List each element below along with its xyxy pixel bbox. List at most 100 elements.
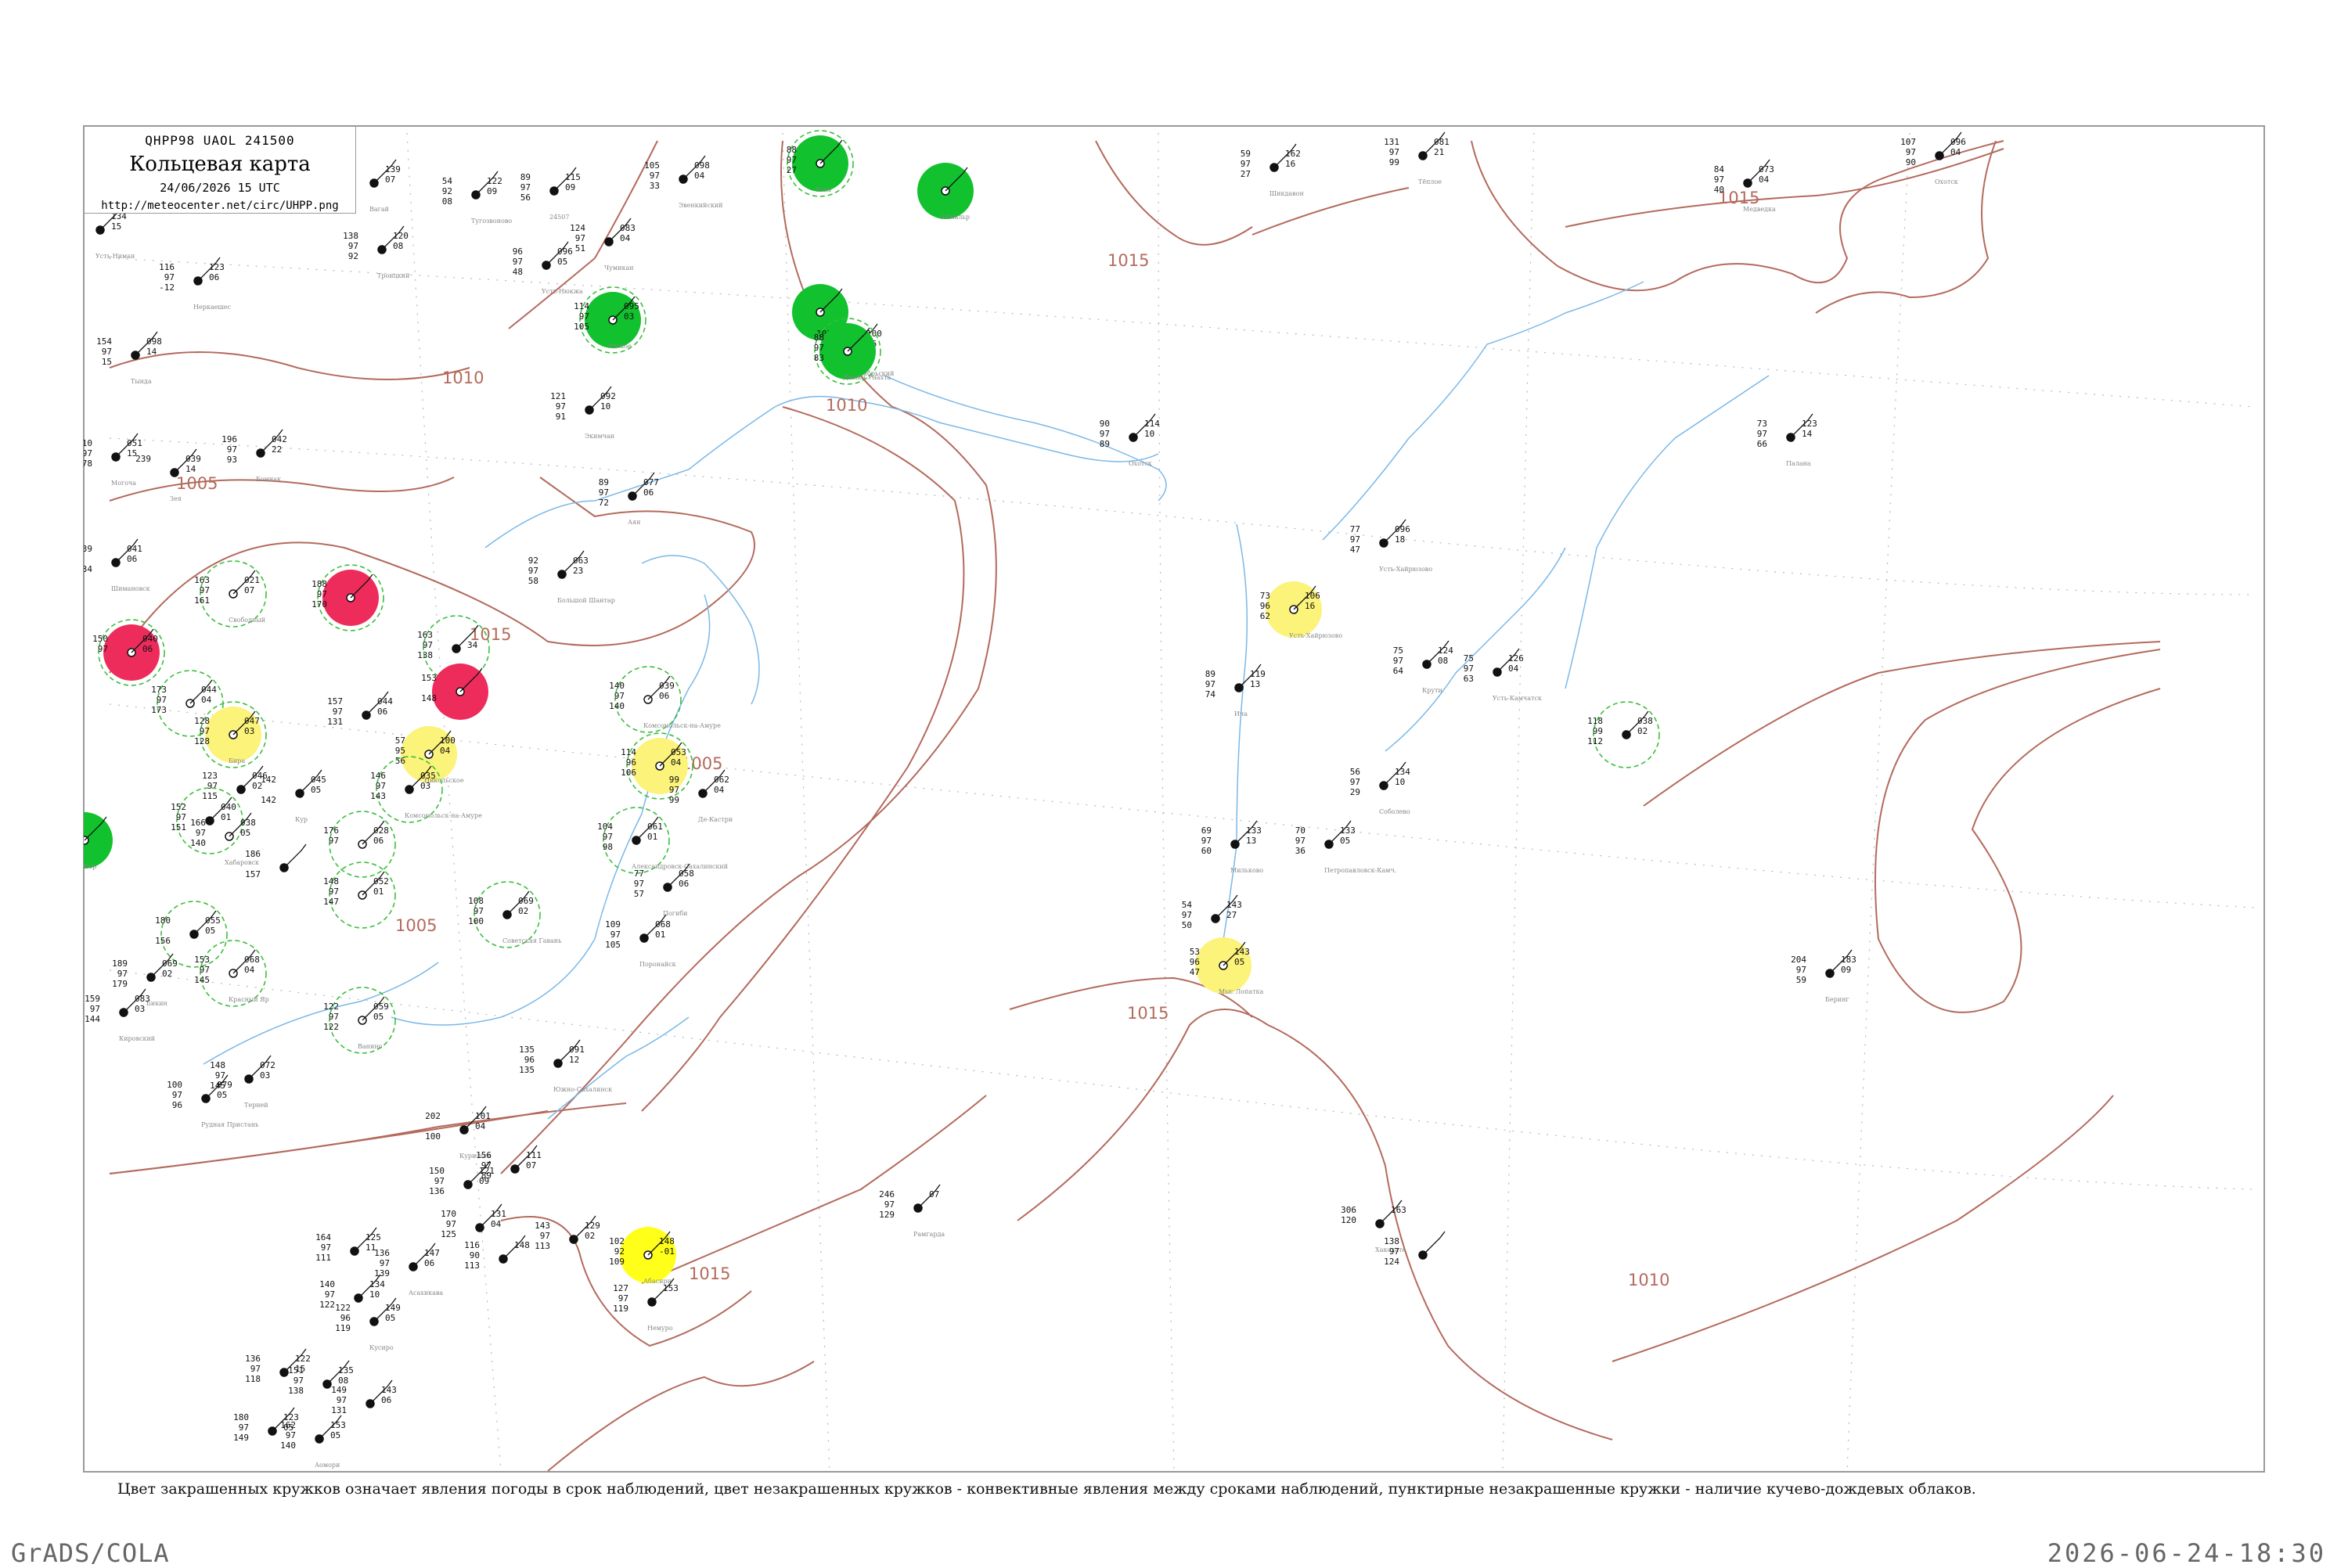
station-value: 97 [540,1231,550,1241]
station-s72[interactable]: 13596135 09112 Южно-Сахалинск [519,1039,612,1093]
station-s41[interactable]: 14097140 03906 Комсомольск-на-Амуре [609,666,721,733]
station-s82[interactable]: 1649711112511 [315,1227,381,1263]
station-side-value: 12 [569,1055,579,1065]
station-value: 116 [159,262,175,272]
station-s56[interactable]: 699760 13313 Мильково [1201,820,1264,874]
station-s43[interactable]: 12897128 04703 Бира [194,701,267,768]
station-s14[interactable]: 1389792 12008 Троицкий [343,225,409,279]
station-s45[interactable]: 11899112 03802 [1587,701,1660,768]
station-side-value: 081 [1434,137,1449,147]
station-s68[interactable]: 15397145 06804 Красный Яр [194,940,269,1007]
station-side-value: 143 [1226,900,1242,910]
station-value: 154 [96,336,112,347]
legend-caption: Цвет закрашенных кружков означает явлени… [117,1480,1976,1498]
station-s34[interactable]: 15097 04006 [92,619,165,686]
station-s69[interactable]: 15997144 08303 Кировский [85,988,155,1042]
station-s80[interactable]: 14397113 12902 [535,1215,600,1251]
station-s87[interactable]: 14097122 13410 [319,1274,385,1310]
station-side-value: 10 [1144,429,1154,439]
station-side-value: 047 [244,716,260,726]
station-value: 99 [669,795,679,805]
station-s59[interactable]: 14897147 05201 [323,861,396,929]
station-s89[interactable]: 12797119 153 Немуро [613,1278,679,1332]
station-s31[interactable]: 16397161 02107 Свободный [194,560,267,628]
station-s78[interactable]: 24697129 07 Рамгарда [879,1184,945,1238]
station-s29[interactable]: 139 134 04106 Шимановск [77,538,150,592]
station-s20[interactable]: 1549715 09814 Тында [96,331,162,385]
station-name: Советская Гавань [502,937,562,944]
station-s21[interactable]: 1219791 09210 Экимчан [550,386,616,440]
station-s64[interactable]: 539647 14305 Мыс Лопатка [1190,937,1264,995]
station-side-value: 053 [671,747,686,757]
station-value: 97 [329,1012,339,1022]
station-side-value: 02 [585,1231,595,1241]
station-value: 27 [1241,169,1251,179]
station-s42[interactable]: 15797131 04406 [327,691,393,727]
station-s92[interactable]: 14997131 14306 [331,1379,397,1415]
station-value: 162 [280,1420,296,1430]
station-s71[interactable]: 2049759 18309 Беринг [1791,949,1856,1003]
station-s84[interactable]: 10292109148-01Абасири [609,1227,676,1285]
station-value: 122 [323,1002,339,1012]
station-s66[interactable]: 10997105 06801 Поронайск [605,914,676,968]
station-s37[interactable]: 759763 12604 Усть-Камчатск [1464,648,1542,702]
station-side-value: 096 [1950,137,1966,147]
station-s33[interactable]: 739662 10616 Усть-Хайрюзово [1260,581,1343,639]
station-s61[interactable]: 779757 05806 Погиби [634,863,694,917]
station-s13[interactable]: 969748 09605 Усть-Нюкжа [513,241,583,295]
station-name: Южно-Сахалинск [553,1086,612,1093]
station-s88[interactable]: 12296119 14905 Кусиро [335,1297,401,1351]
station-side-value: 16 [1285,159,1295,169]
station-s08[interactable]: 1319799 08121 Тёплое [1384,131,1449,185]
station-s04[interactable]: 1059733 09804 Эвенкийский [644,155,723,209]
station-value: 135 [519,1065,535,1075]
station-s62[interactable]: 16497164 Обор [45,812,113,870]
station-s25[interactable]: 1969793 04222 Бомнак [221,429,287,483]
station-s77[interactable]: 1569789 11107 [476,1145,542,1181]
station-s28[interactable]: 779747 09618 Усть-Хайрюзово [1350,519,1433,573]
station-s38[interactable]: 899774 11913 Ича [1205,664,1266,717]
station-s27[interactable]: 899772 07706 Аян [599,472,659,526]
station-s11[interactable]: 145975613415Усть-Ниман [61,206,135,260]
station-name: Рамгарда [913,1231,945,1238]
station-s22[interactable]: 909789 11410 Охотск [1100,413,1160,467]
station-s48[interactable]: 1239711504602 [202,765,268,801]
station-s07[interactable]: 599727 16216 Шикдавон [1241,143,1304,197]
station-s32[interactable]: 18897170 [312,564,384,631]
weather-map: 101010151010100510151005100510151015 1010… [45,130,2255,1472]
station-side-value: 114 [1144,419,1160,429]
station-s30[interactable]: 929758 06323 Большой Шантар [528,550,615,604]
station-name: Большой Шантар [557,597,615,604]
station-s51[interactable]: 569729 13410 Соболево [1350,761,1410,815]
station-s46[interactable]: 11496106 05304 [621,732,693,800]
station-s15[interactable]: 11697-12 12306 Неркаешес [159,257,232,311]
station-s63[interactable]: 549750 14327 [1182,894,1242,930]
station-s06[interactable]: Аймальр [917,163,974,221]
station-s36[interactable]: 759764 12408 Крути [1393,640,1453,694]
station-side-value: 042 [272,434,287,444]
station-s24[interactable]: 210977805115Могоча [77,433,142,487]
station-s23[interactable]: 739766 12314 Палана [1757,413,1817,467]
station-side-value: 10 [600,401,610,412]
station-value: 147 [323,897,339,907]
station-s94[interactable]: 16297140 15305 Аомори [280,1415,346,1469]
coastline [1095,140,1253,246]
station-s03[interactable]: 899756 11509 24507 [520,167,581,221]
station-s49[interactable]: 142 142 04505 Кур [261,769,326,823]
station-s39[interactable]: 153 148 [421,664,488,720]
station-s47[interactable]: 999799 06204 Де-Кастри [669,769,733,823]
station-s02[interactable]: 549208 12209 Тугозвоново [442,171,513,225]
station-side-value: 098 [146,336,162,347]
station-s65[interactable]: 180 156 05505 [155,901,228,968]
station-s85[interactable]: 11690113 148 [464,1235,530,1271]
station-s54[interactable]: 17697 02806 [323,811,396,878]
station-value: 138 [417,650,433,660]
station-s57[interactable]: 709736 13305 Петропавловск-Камч. [1295,820,1397,874]
station-s86[interactable]: 13897124 [1384,1231,1446,1267]
station-s16[interactable]: 11497105 09503 Удское [574,286,646,354]
station-s05[interactable]: 889727 Уонь [787,130,854,197]
station-s60[interactable]: 10897100 06902 Советская Гавань [468,881,562,948]
station-side-value: 04 [475,1121,486,1131]
station-s70[interactable]: 12297122 05905 Ванино [323,987,396,1054]
station-s79[interactable]: 17097125 13104 [441,1203,506,1239]
